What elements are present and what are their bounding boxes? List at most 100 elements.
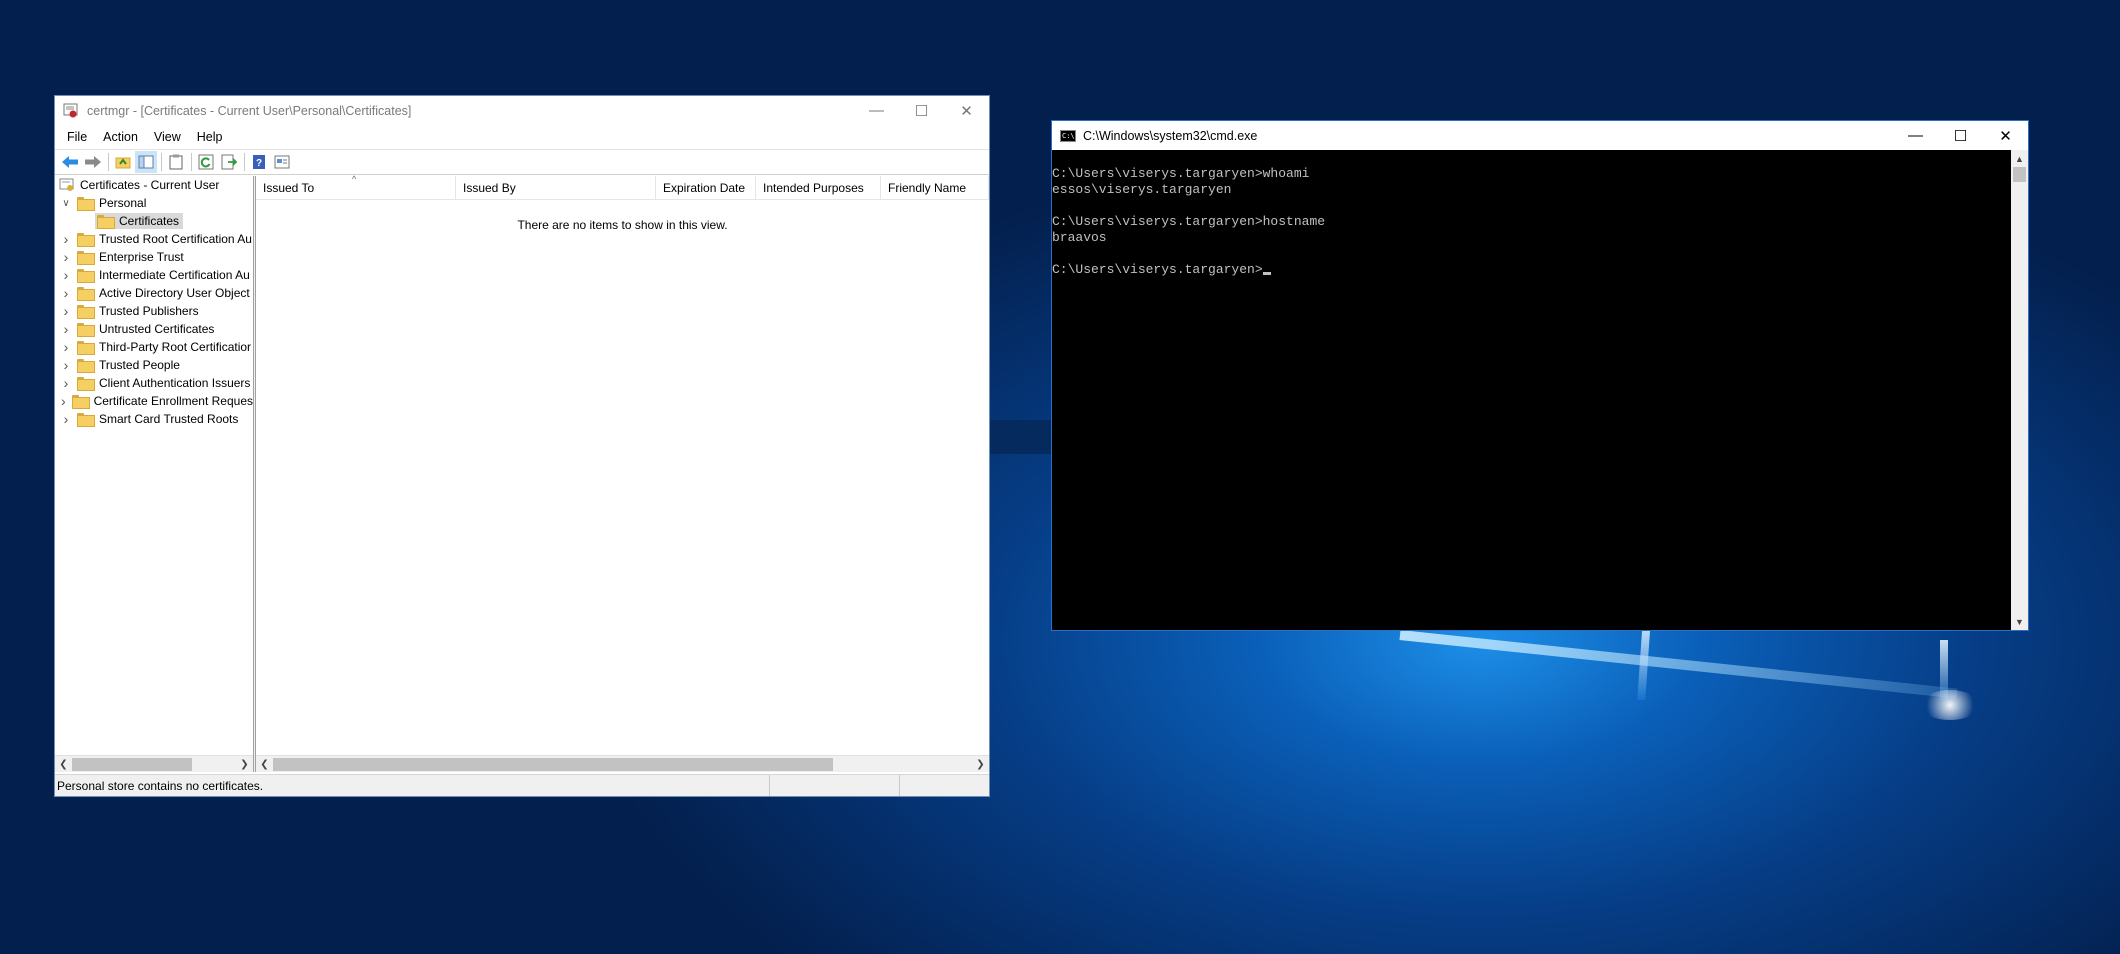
console-vertical-scrollbar[interactable]: ▲ ▼ <box>2011 150 2028 630</box>
expand-chevron-icon[interactable]: › <box>59 374 73 392</box>
console-line: C:\Users\viserys.targaryen>hostname <box>1052 214 2011 230</box>
collapse-chevron-icon[interactable]: ∨ <box>59 194 73 212</box>
tree-item-label: Certificates <box>119 214 180 228</box>
menu-help[interactable]: Help <box>189 130 231 144</box>
clipboard-icon[interactable] <box>165 151 187 173</box>
expand-chevron-icon[interactable]: › <box>59 230 73 248</box>
certmgr-app-icon <box>63 103 79 119</box>
forward-arrow-icon[interactable] <box>82 151 104 173</box>
scroll-up-icon[interactable]: ▲ <box>2011 150 2028 167</box>
properties-icon[interactable] <box>271 151 293 173</box>
scrollbar-thumb[interactable] <box>2013 167 2026 182</box>
folder-icon <box>77 233 95 247</box>
console-line: C:\Users\viserys.targaryen> <box>1052 262 2011 278</box>
status-bar: Personal store contains no certificates. <box>55 774 989 796</box>
scrollbar-thumb[interactable] <box>273 757 833 771</box>
scrollbar-thumb[interactable] <box>72 757 192 771</box>
tree-item-label: Untrusted Certificates <box>99 322 215 336</box>
scroll-down-icon[interactable]: ▼ <box>2011 613 2028 630</box>
refresh-icon[interactable] <box>195 151 217 173</box>
scroll-right-icon[interactable]: ❯ <box>972 756 989 773</box>
menu-action[interactable]: Action <box>95 130 146 144</box>
back-arrow-icon[interactable] <box>59 151 81 173</box>
column-label: Issued To <box>263 181 315 195</box>
tree-root[interactable]: Certificates - Current User <box>55 176 253 194</box>
column-label: Intended Purposes <box>763 181 864 195</box>
console-line-text: braavos <box>1052 230 1107 245</box>
tree-item[interactable]: › Third-Party Root Certificatior <box>55 338 253 356</box>
console-output[interactable]: C:\Users\viserys.targaryen>whoami essos\v… <box>1052 150 2011 630</box>
help-icon[interactable]: ? <box>248 151 270 173</box>
column-friendly-name[interactable]: Friendly Name <box>881 176 989 200</box>
tree-item[interactable]: › Client Authentication Issuers <box>55 374 253 392</box>
close-button[interactable]: ✕ <box>944 96 989 125</box>
cmd-app-icon: C:\ <box>1060 129 1076 142</box>
minimize-button[interactable]: — <box>1893 121 1938 150</box>
folder-icon <box>77 341 95 355</box>
tree-item[interactable]: › Trusted People <box>55 356 253 374</box>
empty-list-message: There are no items to show in this view. <box>517 218 728 232</box>
up-folder-icon[interactable] <box>112 151 134 173</box>
expand-chevron-icon[interactable]: › <box>59 356 73 374</box>
tree-root-label: Certificates - Current User <box>80 178 220 192</box>
expand-chevron-icon[interactable]: › <box>59 302 73 320</box>
tree-item[interactable]: › Certificate Enrollment Reques <box>55 392 253 410</box>
export-list-icon[interactable] <box>218 151 240 173</box>
tree-item-label: Trusted Publishers <box>99 304 199 318</box>
tree-item-certificates[interactable]: Certificates <box>55 212 253 230</box>
folder-icon <box>77 269 95 283</box>
scroll-right-icon[interactable]: ❯ <box>236 756 253 773</box>
content-panes: Certificates - Current User ∨ Personal C… <box>55 174 989 772</box>
tree-item-label: Client Authentication Issuers <box>99 376 251 390</box>
scroll-left-icon[interactable]: ❮ <box>256 756 273 773</box>
tree-item-label: Certificate Enrollment Reques <box>93 394 253 408</box>
tree-item[interactable]: › Trusted Publishers <box>55 302 253 320</box>
column-label: Friendly Name <box>888 181 967 195</box>
tree-item[interactable]: › Active Directory User Object <box>55 284 253 302</box>
expand-chevron-icon[interactable]: › <box>59 284 73 302</box>
expand-chevron-icon[interactable]: › <box>59 338 73 356</box>
tree-item[interactable]: › Smart Card Trusted Roots <box>55 410 253 428</box>
folder-icon <box>77 197 95 211</box>
maximize-button[interactable]: ☐ <box>1938 121 1983 150</box>
console-line-text: C:\Users\viserys.targaryen>whoami <box>1052 166 1310 181</box>
column-expiration-date[interactable]: Expiration Date <box>656 176 756 200</box>
close-button[interactable]: ✕ <box>1983 121 2028 150</box>
console-line: braavos <box>1052 230 2011 246</box>
column-intended-purposes[interactable]: Intended Purposes <box>756 176 881 200</box>
list-horizontal-scrollbar[interactable]: ❮ ❯ <box>256 755 989 772</box>
tree-horizontal-scrollbar[interactable]: ❮ ❯ <box>55 755 253 772</box>
expand-chevron-icon[interactable]: › <box>59 266 73 284</box>
tree-item[interactable]: › Enterprise Trust <box>55 248 253 266</box>
menu-file[interactable]: File <box>59 130 95 144</box>
expand-chevron-icon[interactable]: › <box>59 248 73 266</box>
column-label: Issued By <box>463 181 516 195</box>
status-text: Personal store contains no certificates. <box>55 775 770 796</box>
certmgr-window: certmgr - [Certificates - Current User\P… <box>54 95 990 797</box>
folder-icon <box>77 287 95 301</box>
folder-icon <box>77 251 95 265</box>
maximize-button[interactable]: ☐ <box>899 96 944 125</box>
tree-item[interactable]: › Trusted Root Certification Au <box>55 230 253 248</box>
tree-item-personal[interactable]: ∨ Personal <box>55 194 253 212</box>
folder-icon <box>77 323 95 337</box>
tree-item[interactable]: › Untrusted Certificates <box>55 320 253 338</box>
expand-chevron-icon[interactable]: › <box>59 392 68 410</box>
tree-item-label: Enterprise Trust <box>99 250 184 264</box>
minimize-button[interactable]: — <box>854 96 899 125</box>
column-issued-to[interactable]: ^ Issued To <box>256 174 456 200</box>
menu-bar: File Action View Help <box>55 125 989 149</box>
results-list: ^ Issued To Issued By Expiration Date In… <box>256 174 989 772</box>
show-hide-tree-icon[interactable] <box>135 151 157 173</box>
menu-view[interactable]: View <box>146 130 189 144</box>
expand-chevron-icon[interactable]: › <box>59 320 73 338</box>
cmd-titlebar[interactable]: C:\ C:\Windows\system32\cmd.exe — ☐ ✕ <box>1052 121 2028 150</box>
tree-item[interactable]: › Intermediate Certification Au <box>55 266 253 284</box>
tree-item-label: Active Directory User Object <box>99 286 250 300</box>
column-issued-by[interactable]: Issued By <box>456 176 656 200</box>
tree-item-label: Personal <box>99 196 147 210</box>
expand-chevron-icon[interactable]: › <box>59 410 73 428</box>
scroll-left-icon[interactable]: ❮ <box>55 756 72 773</box>
certmgr-titlebar[interactable]: certmgr - [Certificates - Current User\P… <box>55 96 989 125</box>
tree-item-label: Trusted People <box>99 358 180 372</box>
